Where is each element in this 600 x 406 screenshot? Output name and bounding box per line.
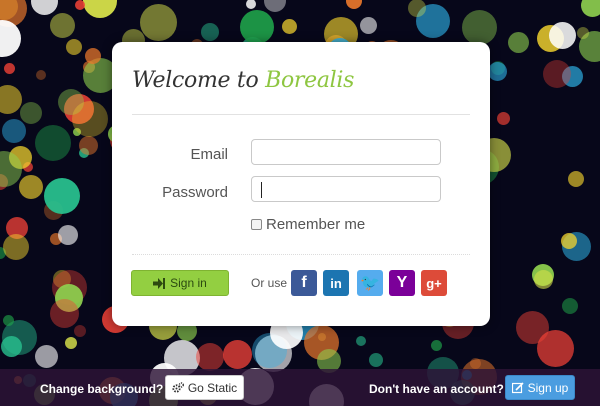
bokeh-circle (516, 311, 549, 344)
bokeh-circle (1, 336, 22, 357)
bokeh-circle (0, 20, 21, 57)
login-card: Welcome to Borealis Email Password Remem… (112, 42, 490, 326)
bokeh-circle (282, 19, 297, 34)
sign-up-label: Sign up (527, 380, 569, 395)
linkedin-icon: in (330, 275, 342, 291)
linkedin-button[interactable]: in (323, 270, 349, 296)
page-title: Welcome to Borealis (132, 68, 354, 93)
bokeh-circle (346, 0, 362, 9)
bokeh-circle (2, 119, 26, 143)
bokeh-circle (20, 102, 42, 124)
bottom-bar: Change background? Go Static Don't have … (0, 369, 600, 406)
bokeh-circle (65, 337, 77, 349)
bokeh-circle (462, 10, 497, 45)
bokeh-circle (196, 343, 224, 371)
header-divider (132, 114, 470, 115)
bokeh-circle (44, 178, 80, 214)
bokeh-circle (75, 0, 85, 10)
password-label: Password (162, 184, 228, 201)
bokeh-circle (83, 0, 117, 18)
twitter-icon: 🐦 (360, 275, 380, 292)
twitter-button[interactable]: 🐦 (357, 270, 383, 296)
bokeh-circle (3, 315, 14, 326)
bokeh-circle (72, 101, 108, 137)
yahoo-icon: Y (396, 274, 408, 291)
bokeh-circle (534, 270, 553, 289)
sign-in-icon (153, 277, 166, 289)
email-label: Email (190, 146, 228, 163)
bokeh-circle (240, 10, 274, 44)
bokeh-circle (264, 0, 286, 12)
bokeh-circle (561, 233, 577, 249)
text-cursor (261, 182, 262, 198)
bokeh-circle (246, 0, 256, 9)
bokeh-circle (79, 136, 98, 155)
sign-up-button[interactable]: Sign up (505, 375, 575, 400)
facebook-icon: f (301, 274, 307, 291)
bokeh-circle (543, 60, 571, 88)
change-background-label: Change background? (40, 382, 164, 396)
bokeh-circle (497, 112, 510, 125)
title-prefix: Welcome to (132, 68, 266, 93)
email-field[interactable] (251, 139, 441, 165)
bokeh-circle (66, 39, 82, 55)
bokeh-circle (549, 22, 576, 49)
password-field[interactable] (251, 176, 441, 202)
remember-me-row[interactable]: Remember me (251, 216, 365, 233)
bokeh-circle (4, 63, 15, 74)
bokeh-circle (31, 0, 58, 15)
sign-in-button[interactable]: Sign in (131, 270, 229, 296)
bokeh-circle (36, 70, 46, 80)
bokeh-circle (19, 175, 43, 199)
bokeh-circle (85, 48, 101, 64)
go-static-button[interactable]: Go Static (165, 375, 244, 400)
bokeh-circle (3, 234, 29, 260)
bokeh-circle (577, 27, 589, 39)
bokeh-circle (50, 13, 75, 38)
bokeh-circle (369, 353, 383, 367)
bokeh-circle (581, 0, 600, 17)
form-divider (132, 254, 470, 255)
remember-me-label: Remember me (266, 216, 366, 233)
sign-in-label: Sign in (170, 276, 207, 290)
gears-icon (172, 381, 184, 393)
bokeh-circle (201, 23, 219, 41)
bokeh-circle (508, 32, 529, 53)
or-use-label: Or use (251, 276, 288, 290)
go-static-label: Go Static (187, 380, 238, 395)
google-plus-button[interactable]: g+ (421, 270, 447, 296)
no-account-label: Don't have an account? (369, 382, 504, 396)
google-plus-icon: g+ (426, 275, 442, 291)
bokeh-circle (360, 17, 377, 34)
bokeh-circle (74, 325, 86, 337)
bokeh-circle (356, 336, 366, 346)
bokeh-circle (35, 125, 71, 161)
bokeh-circle (0, 85, 22, 114)
bokeh-circle (562, 298, 578, 314)
yahoo-button[interactable]: Y (389, 270, 415, 296)
edit-icon (511, 381, 524, 393)
title-brand: Borealis (265, 68, 355, 93)
bokeh-circle (140, 4, 177, 41)
bokeh-circle (58, 225, 78, 245)
bokeh-circle (431, 340, 442, 351)
bokeh-circle (223, 340, 252, 369)
bokeh-circle (50, 299, 79, 328)
bokeh-circle (488, 62, 507, 81)
bokeh-circle (35, 345, 58, 368)
bokeh-circle (568, 171, 584, 187)
remember-me-checkbox[interactable] (251, 219, 262, 230)
facebook-button[interactable]: f (291, 270, 317, 296)
